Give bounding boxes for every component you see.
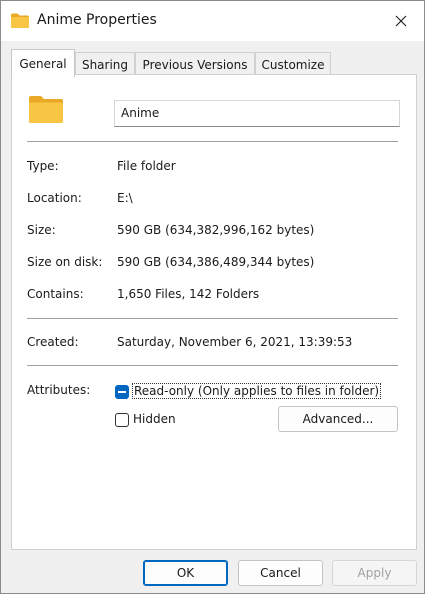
folder-name-input[interactable]: Anime [114,100,400,127]
contains-label: Contains: [27,287,84,301]
folder-icon [29,96,63,123]
ok-button[interactable]: OK [143,560,228,586]
divider [27,141,398,142]
apply-button[interactable]: Apply [332,560,417,586]
created-value: Saturday, November 6, 2021, 13:39:53 [117,335,353,349]
type-value: File folder [117,159,176,173]
tab-label: Customize [261,57,325,72]
type-label: Type: [27,159,59,173]
general-panel: Anime Type: File folder Location: E:\ Si… [11,74,417,550]
close-icon [395,15,407,27]
divider [27,365,398,366]
size-value: 590 GB (634,382,996,162 bytes) [117,223,315,237]
size-on-disk-value: 590 GB (634,386,489,344 bytes) [117,255,315,269]
tab-label: Previous Versions [142,57,248,72]
close-button[interactable] [378,1,424,41]
cancel-button[interactable]: Cancel [238,560,323,586]
size-on-disk-label: Size on disk: [27,255,103,269]
readonly-label[interactable]: Read-only (Only applies to files in fold… [132,383,382,399]
location-label: Location: [27,191,82,205]
contains-value: 1,650 Files, 142 Folders [117,287,260,301]
folder-icon [11,13,29,28]
title-bar[interactable]: Anime Properties [1,1,424,41]
tab-general[interactable]: General [11,49,75,77]
window-title: Anime Properties [37,12,157,28]
tab-label: General [19,56,67,71]
advanced-button-label: Advanced... [302,412,374,426]
tab-sharing[interactable]: Sharing [75,52,135,76]
cancel-button-label: Cancel [260,566,301,580]
advanced-button[interactable]: Advanced... [278,406,398,432]
size-label: Size: [27,223,56,237]
tab-label: Sharing [81,57,129,72]
apply-button-label: Apply [357,566,392,580]
attributes-label: Attributes: [27,383,91,397]
readonly-checkbox[interactable] [115,385,129,399]
ok-button-label: OK [176,566,195,580]
tab-previous-versions[interactable]: Previous Versions [135,52,255,76]
created-label: Created: [27,335,79,349]
tab-customize[interactable]: Customize [255,52,331,76]
location-value: E:\ [117,191,133,205]
divider [27,318,398,319]
hidden-checkbox[interactable] [115,413,129,427]
hidden-label[interactable]: Hidden [133,412,176,426]
properties-dialog: Anime Properties General Sharing Previou… [0,0,425,594]
